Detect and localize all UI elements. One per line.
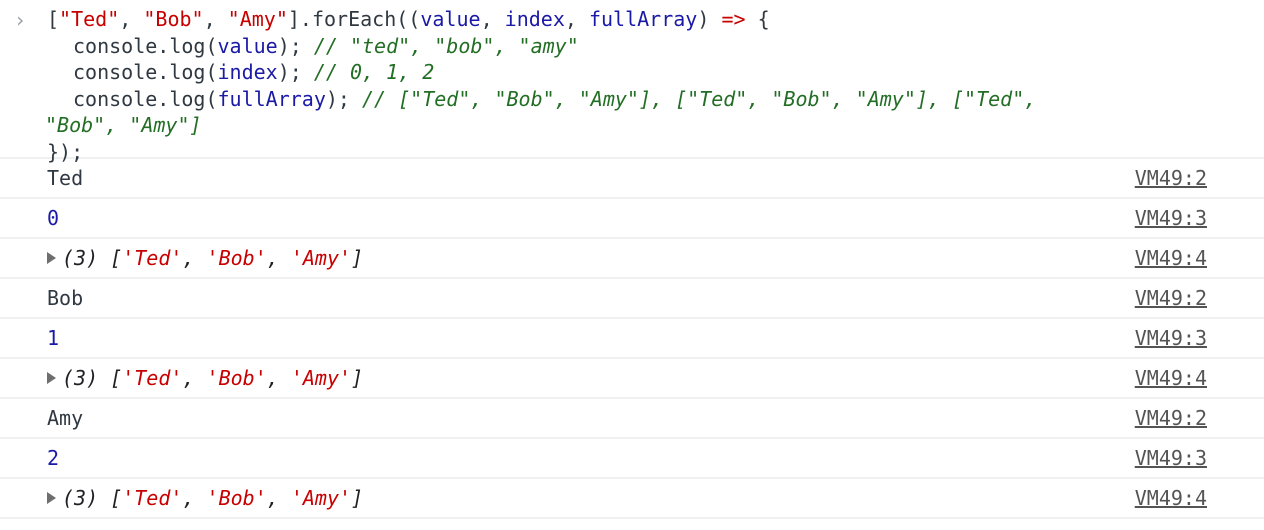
array-item: 'Ted' — [122, 246, 183, 270]
code-variable: fullArray — [588, 7, 698, 31]
source-link[interactable]: VM49:2 — [1135, 159, 1207, 197]
code-token: ); — [277, 60, 314, 84]
console-message-row: 2 VM49:3 — [0, 439, 1264, 479]
array-item: 'Ted' — [122, 486, 183, 510]
source-link[interactable]: VM49:4 — [1135, 239, 1207, 277]
array-preview[interactable]: (3) ['Ted', 'Bob', 'Amy'] — [62, 246, 363, 270]
console-message-row: Ted VM49:2 — [0, 159, 1264, 199]
code-comment: "Bob", "Amy"] — [45, 113, 202, 137]
log-string-value: Bob — [47, 286, 84, 310]
code-comment: // "ted", "bob", "amy" — [313, 33, 579, 58]
array-item: 'Ted' — [122, 366, 183, 390]
log-number-value: 0 — [47, 206, 60, 230]
code-token: console.log( — [73, 60, 218, 84]
code-line: "Bob", "Amy"] — [45, 112, 1264, 139]
code-variable: fullArray — [217, 86, 326, 111]
code-token: ) — [697, 7, 722, 31]
array-preview[interactable]: (3) ['Ted', 'Bob', 'Amy'] — [62, 486, 363, 510]
source-link[interactable]: VM49:3 — [1135, 319, 1207, 357]
chevron-right-icon: › — [14, 8, 27, 32]
array-preview[interactable]: (3) ['Ted', 'Bob', 'Amy'] — [62, 366, 363, 390]
source-link[interactable]: VM49:3 — [1135, 199, 1207, 237]
code-comment: // ["Ted", "Bob", "Amy"], ["Ted", "Bob",… — [362, 86, 1037, 111]
array-item: 'Bob' — [206, 246, 267, 270]
command-input-block[interactable]: › ["Ted", "Bob", "Amy"].forEach((value, … — [0, 0, 1264, 164]
log-number-value: 1 — [47, 326, 60, 350]
code-line: console.log(value); // "ted", "bob", "am… — [47, 33, 1264, 60]
array-item: 'Bob' — [206, 366, 267, 390]
console-message-row: 1 VM49:3 — [0, 319, 1264, 359]
array-item: 'Amy' — [290, 486, 352, 510]
array-item: 'Amy' — [290, 366, 352, 390]
code-token: => — [721, 7, 746, 31]
log-string-value: Amy — [47, 406, 84, 430]
source-link[interactable]: VM49:2 — [1135, 399, 1207, 437]
expand-triangle-icon[interactable] — [47, 252, 56, 264]
code-string: "Amy" — [227, 7, 288, 31]
code-string: "Ted" — [59, 7, 120, 31]
log-string-value: Ted — [47, 166, 84, 190]
array-item: 'Bob' — [206, 486, 267, 510]
expand-triangle-icon[interactable] — [47, 372, 56, 384]
code-line: console.log(fullArray); // ["Ted", "Bob"… — [47, 86, 1264, 113]
code-variable: index — [217, 60, 278, 84]
code-token: ); — [277, 33, 314, 58]
code-token: console.log( — [73, 86, 218, 111]
code-line: ["Ted", "Bob", "Amy"].forEach((value, in… — [47, 6, 1264, 33]
code-token: ].forEach(( — [287, 7, 421, 31]
code-token: , — [564, 7, 589, 31]
command-code: ["Ted", "Bob", "Amy"].forEach((value, in… — [45, 6, 1264, 165]
code-token: , — [480, 7, 505, 31]
code-token: { — [745, 7, 770, 31]
console-message-row: 0 VM49:3 — [0, 199, 1264, 239]
code-token: , — [203, 7, 228, 31]
code-token: [ — [47, 7, 60, 31]
console-message-row: (3) ['Ted', 'Bob', 'Amy'] VM49:4 — [0, 359, 1264, 399]
code-variable: index — [504, 7, 565, 31]
code-line: console.log(index); // 0, 1, 2 — [47, 59, 1264, 86]
code-token: , — [119, 7, 144, 31]
source-link[interactable]: VM49:4 — [1135, 359, 1207, 397]
console-message-row: (3) ['Ted', 'Bob', 'Amy'] VM49:4 — [0, 239, 1264, 279]
log-number-value: 2 — [47, 446, 60, 470]
array-item: 'Amy' — [290, 246, 352, 270]
console: › ["Ted", "Bob", "Amy"].forEach((value, … — [0, 0, 1264, 519]
console-message-row: (3) ['Ted', 'Bob', 'Amy'] VM49:4 — [0, 479, 1264, 519]
source-link[interactable]: VM49:2 — [1135, 279, 1207, 317]
source-link[interactable]: VM49:4 — [1135, 479, 1207, 517]
code-variable: value — [217, 33, 278, 58]
code-comment: // 0, 1, 2 — [313, 60, 435, 84]
source-link[interactable]: VM49:3 — [1135, 439, 1207, 477]
expand-triangle-icon[interactable] — [47, 492, 56, 504]
code-string: "Bob" — [143, 7, 204, 31]
code-variable: value — [420, 7, 481, 31]
console-log-list: Ted VM49:2 0 VM49:3 (3) ['Ted', 'Bob', 'Amy'… — [0, 159, 1264, 519]
code-token: console.log( — [73, 33, 218, 58]
console-message-row: Amy VM49:2 — [0, 399, 1264, 439]
console-message-row: Bob VM49:2 — [0, 279, 1264, 319]
code-token: ); — [325, 86, 362, 111]
